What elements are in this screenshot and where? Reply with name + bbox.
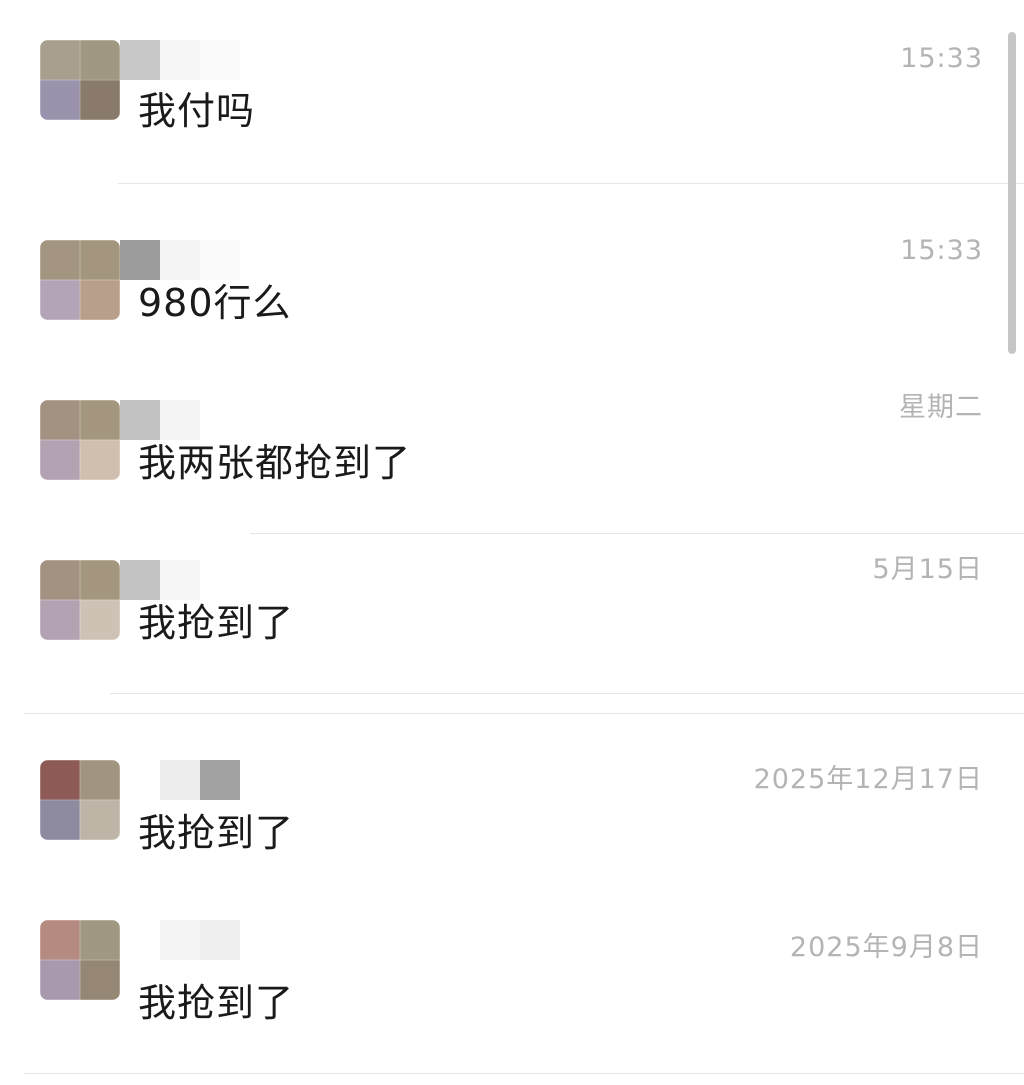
conversation-item[interactable]: 980行么 15:33 (0, 184, 1024, 364)
timestamp: 5月15日 (872, 554, 983, 585)
divider (24, 1073, 1024, 1074)
timestamp: 2025年12月17日 (753, 764, 983, 795)
conversation-item[interactable]: 我抢到了 2025年12月17日 (0, 694, 1024, 876)
avatar-tile (40, 920, 80, 960)
avatar-tile (40, 400, 80, 440)
conversation-list: 我付吗 15:33 980行么 15:33 我两张都抢到了 星期二 我抢到了 5… (0, 0, 1024, 1085)
conversation-item[interactable]: 我两张都抢到了 星期二 (0, 364, 1024, 534)
message-preview: 我两张都抢到了 (138, 441, 412, 485)
message-preview: 980行么 (138, 281, 292, 325)
avatar-tile (80, 440, 120, 480)
avatar-tile (80, 80, 120, 120)
avatar-tile (40, 760, 80, 800)
avatar-tile (40, 960, 80, 1000)
avatar-tile (40, 560, 80, 600)
avatar-tile (40, 800, 80, 840)
avatar-tile (80, 240, 120, 280)
avatar-tile (40, 440, 80, 480)
avatar-tile (40, 80, 80, 120)
avatar[interactable] (40, 400, 120, 480)
contact-name-redacted (120, 920, 240, 960)
avatar[interactable] (40, 920, 120, 1000)
avatar-tile (40, 40, 80, 80)
contact-name-redacted (120, 240, 240, 280)
avatar[interactable] (40, 40, 120, 120)
timestamp: 15:33 (900, 235, 983, 266)
message-preview: 我付吗 (138, 89, 256, 133)
scrollbar[interactable] (1008, 32, 1016, 354)
avatar-tile (40, 280, 80, 320)
avatar-tile (80, 920, 120, 960)
avatar-tile (80, 40, 120, 80)
avatar[interactable] (40, 760, 120, 840)
conversation-item[interactable]: 我抢到了 2025年9月8日 (0, 876, 1024, 1085)
contact-name-redacted (120, 40, 240, 80)
contact-name-redacted (120, 400, 240, 440)
avatar-tile (40, 240, 80, 280)
avatar-tile (80, 280, 120, 320)
conversation-item[interactable]: 我付吗 15:33 (0, 0, 1024, 184)
avatar-tile (80, 560, 120, 600)
avatar-tile (80, 400, 120, 440)
avatar[interactable] (40, 240, 120, 320)
contact-name-redacted (120, 560, 240, 600)
message-preview: 我抢到了 (138, 981, 295, 1025)
avatar[interactable] (40, 560, 120, 640)
avatar-tile (80, 760, 120, 800)
conversation-item[interactable]: 我抢到了 5月15日 (0, 534, 1024, 694)
message-preview: 我抢到了 (138, 601, 295, 645)
contact-name-redacted (120, 760, 240, 800)
timestamp: 星期二 (899, 392, 983, 423)
timestamp: 15:33 (900, 43, 983, 74)
timestamp: 2025年9月8日 (789, 932, 983, 963)
avatar-tile (40, 600, 80, 640)
avatar-tile (80, 600, 120, 640)
divider (24, 713, 1024, 714)
avatar-tile (80, 960, 120, 1000)
avatar-tile (80, 800, 120, 840)
message-preview: 我抢到了 (138, 811, 295, 855)
